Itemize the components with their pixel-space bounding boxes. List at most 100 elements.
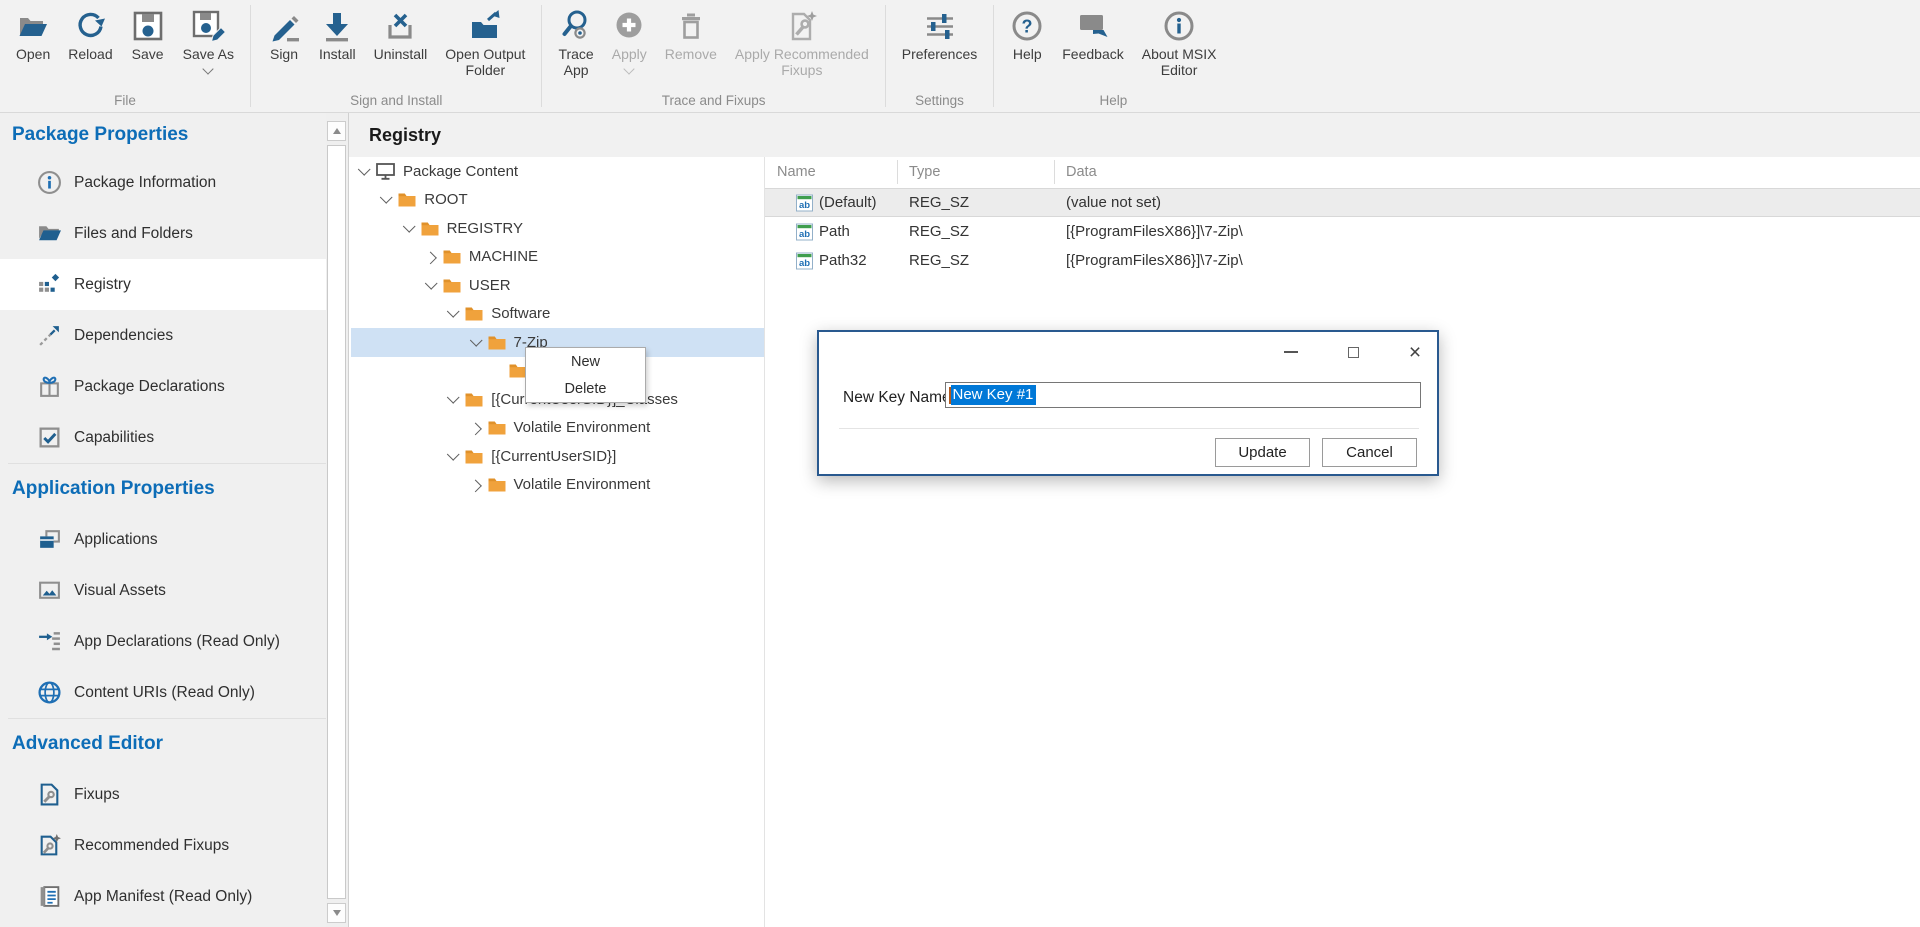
column-separator[interactable]: [1054, 160, 1055, 184]
sidebar-item-label: Content URIs (Read Only): [74, 684, 255, 702]
ribbon-group-label: Help: [1002, 92, 1224, 112]
cancel-button[interactable]: Cancel: [1322, 438, 1417, 467]
cell-name: Path32: [819, 246, 867, 275]
grid-row-default[interactable]: ab(Default)REG_SZ(value not set): [765, 188, 1920, 217]
cell-type: REG_SZ: [909, 217, 969, 246]
ribbon-button-label: Sign: [270, 46, 298, 62]
trace-app-button[interactable]: Trace App: [550, 6, 601, 78]
ribbon-group-label: Trace and Fixups: [550, 92, 876, 112]
maximize-icon[interactable]: [1345, 342, 1361, 362]
tree-expander-expanded-icon[interactable]: [447, 305, 460, 318]
content-header-band: Registry: [349, 113, 1920, 157]
tree-expander-expanded-icon[interactable]: [425, 277, 438, 290]
page-title: Registry: [369, 113, 441, 157]
save-button[interactable]: Save: [123, 6, 173, 62]
ribbon-button-label: Save: [132, 46, 164, 62]
ribbon-button-label: Uninstall: [374, 46, 428, 62]
tree-node-machine[interactable]: MACHINE: [351, 243, 764, 272]
grid-row-path[interactable]: abPathREG_SZ[{ProgramFilesX86}]\7-Zip\: [765, 217, 1920, 246]
sidebar-item-visual-assets[interactable]: Visual Assets: [0, 565, 326, 616]
column-header-type[interactable]: Type: [909, 157, 940, 187]
scroll-down-button[interactable]: [327, 903, 346, 923]
tree-expander-expanded-icon[interactable]: [469, 334, 482, 347]
open-button[interactable]: Open: [8, 6, 58, 62]
string-value-icon: ab: [796, 194, 813, 211]
tree-node-root[interactable]: ROOT: [351, 186, 764, 215]
help-button[interactable]: ?Help: [1002, 6, 1052, 62]
sidebar-item-capabilities[interactable]: Capabilities: [0, 412, 326, 463]
tree-node-label: Volatile Environment: [514, 419, 651, 436]
sign-button[interactable]: Sign: [259, 6, 309, 62]
open-output-folder-icon: [468, 6, 502, 46]
sidebar-item-package-declarations[interactable]: Package Declarations: [0, 361, 326, 412]
dependencies-icon: [36, 323, 62, 349]
grid-row-path32[interactable]: abPath32REG_SZ[{ProgramFilesX86}]\7-Zip\: [765, 246, 1920, 275]
context-menu-item-new[interactable]: New: [526, 348, 645, 375]
ribbon-group-label: Sign and Install: [259, 92, 533, 112]
tree-node-user[interactable]: USER: [351, 271, 764, 300]
update-button[interactable]: Update: [1215, 438, 1310, 467]
close-icon[interactable]: ×: [1407, 342, 1423, 362]
context-menu-item-delete[interactable]: Delete: [526, 375, 645, 402]
ribbon-button-label: Apply: [612, 46, 647, 62]
sidebar-item-content-uris-read-only[interactable]: Content URIs (Read Only): [0, 667, 326, 718]
sidebar-item-fixups[interactable]: Fixups: [0, 769, 326, 820]
tree-node-volatile-environment[interactable]: Volatile Environment: [351, 414, 764, 443]
reload-button[interactable]: Reload: [60, 6, 120, 62]
sidebar-item-registry[interactable]: Registry: [0, 259, 326, 310]
sidebar-item-applications[interactable]: Applications: [0, 514, 326, 565]
scrollbar-thumb[interactable]: [327, 145, 346, 899]
sidebar-item-app-declarations-read-only[interactable]: App Declarations (Read Only): [0, 616, 326, 667]
sidebar-item-label: App Manifest (Read Only): [74, 888, 252, 906]
sidebar-item-files-and-folders[interactable]: Files and Folders: [0, 208, 326, 259]
folder-icon: [488, 420, 506, 435]
minimize-icon[interactable]: [1283, 342, 1299, 362]
column-header-data[interactable]: Data: [1066, 157, 1097, 187]
folder-icon: [465, 449, 483, 464]
install-button[interactable]: Install: [311, 6, 364, 62]
tree-node-volatile-environment[interactable]: Volatile Environment: [351, 471, 764, 500]
folder-icon: [443, 249, 461, 264]
new-key-name-input[interactable]: New Key #1: [945, 382, 1421, 408]
input-selected-text: New Key #1: [951, 385, 1037, 405]
column-header-name[interactable]: Name: [777, 157, 816, 187]
sidebar-scrollbar[interactable]: [326, 113, 348, 927]
ribbon-button-label: Feedback: [1062, 46, 1123, 62]
cell-data: [{ProgramFilesX86}]\7-Zip\: [1066, 217, 1243, 246]
tree-node-registry[interactable]: REGISTRY: [351, 214, 764, 243]
capabilities-icon: [36, 425, 62, 451]
tree-expander-expanded-icon[interactable]: [447, 448, 460, 461]
sidebar-section-header-application-properties: Application Properties: [0, 464, 326, 514]
uninstall-button[interactable]: Uninstall: [366, 6, 436, 62]
tree-node-software[interactable]: Software: [351, 300, 764, 329]
tree-expander-expanded-icon[interactable]: [402, 220, 415, 233]
svg-text:?: ?: [1022, 17, 1033, 37]
tree-expander-collapsed-icon[interactable]: [469, 423, 482, 436]
sidebar-item-app-manifest-read-only[interactable]: App Manifest (Read Only): [0, 871, 326, 922]
tree-expander-expanded-icon[interactable]: [447, 391, 460, 404]
sidebar-item-dependencies[interactable]: Dependencies: [0, 310, 326, 361]
recommended-fixups-icon: [36, 833, 62, 859]
registry-icon: [36, 272, 62, 298]
tree-expander-collapsed-icon[interactable]: [469, 480, 482, 493]
folder-icon: [465, 392, 483, 407]
tree-node-label: Package Content: [403, 163, 518, 180]
save-as-button[interactable]: Save As: [175, 6, 242, 73]
scroll-up-button[interactable]: [327, 121, 346, 141]
sidebar-item-package-information[interactable]: Package Information: [0, 157, 326, 208]
app-manifest-icon: [36, 884, 62, 910]
preferences-button[interactable]: Preferences: [894, 6, 985, 62]
about-msix-editor-button[interactable]: About MSIX Editor: [1134, 6, 1225, 78]
tree-node-currentusersid[interactable]: [{CurrentUserSID}]: [351, 442, 764, 471]
column-separator[interactable]: [897, 160, 898, 184]
tree-expander-expanded-icon[interactable]: [380, 191, 393, 204]
tree-node-package-content[interactable]: Package Content: [351, 157, 764, 186]
open-output-folder-button[interactable]: Open Output Folder: [437, 6, 533, 78]
ribbon-button-label: Save As: [183, 46, 234, 62]
sidebar-item-recommended-fixups[interactable]: Recommended Fixups: [0, 820, 326, 871]
tree-expander-collapsed-icon[interactable]: [424, 252, 437, 265]
tree-expander-expanded-icon[interactable]: [358, 163, 371, 176]
tree-node-label: Volatile Environment: [514, 476, 651, 493]
feedback-button[interactable]: Feedback: [1054, 6, 1131, 62]
ribbon-button-label: Trace App: [558, 46, 593, 78]
